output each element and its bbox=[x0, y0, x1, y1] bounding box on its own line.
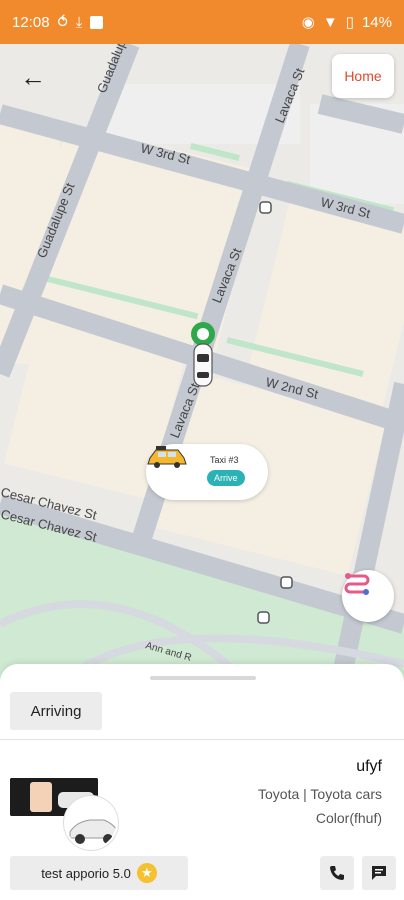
transit-stop-icon bbox=[280, 576, 293, 589]
battery-icon: ▯ bbox=[345, 14, 354, 31]
app-square-icon bbox=[90, 15, 104, 29]
rating-label: test apporio 5.0 bbox=[41, 865, 131, 881]
ride-details-sheet: Arriving ufyf Toyota | Toyota cars Color… bbox=[0, 664, 404, 900]
car-model: Toyota | Toyota cars bbox=[258, 786, 382, 802]
star-icon: ★ bbox=[136, 863, 157, 883]
phone-icon bbox=[330, 866, 344, 880]
route-icon bbox=[344, 573, 370, 595]
sheet-drag-handle[interactable] bbox=[150, 676, 256, 680]
notification-icons: ⥀ ⤓ bbox=[58, 13, 104, 31]
route-button[interactable] bbox=[342, 570, 394, 622]
car-marker-icon bbox=[193, 343, 213, 387]
map-view[interactable]: Guadalupe St Guadalupe St W 3rd St W 3rd… bbox=[0, 44, 404, 684]
transit-stop-icon bbox=[257, 611, 270, 624]
car-color: Color(fhuf) bbox=[315, 810, 382, 826]
battery-percentage: 14% bbox=[361, 13, 392, 31]
chat-button[interactable] bbox=[362, 856, 396, 890]
transit-stop-icon bbox=[259, 201, 272, 214]
car-avatar-image bbox=[64, 796, 118, 850]
back-arrow-icon: ← bbox=[20, 61, 46, 92]
status-bar: 12:08 ⥀ ⤓ ◉ ▼ ▯ 14% bbox=[0, 0, 404, 44]
location-icon: ◉ bbox=[301, 14, 315, 31]
chat-icon bbox=[372, 866, 386, 880]
status-time: 12:08 bbox=[12, 13, 50, 31]
taxi-title: Taxi #3 bbox=[210, 455, 239, 465]
driver-rating-chip: test apporio 5.0 ★ bbox=[10, 856, 188, 890]
home-button[interactable]: Home bbox=[332, 54, 394, 98]
driver-name: ufyf bbox=[356, 758, 382, 775]
taxi-info-bubble[interactable]: Taxi #3 Arrive bbox=[146, 444, 268, 500]
divider bbox=[0, 739, 404, 740]
download-icon: ⤓ bbox=[75, 13, 83, 31]
app-notification-icon: ⥀ bbox=[57, 14, 68, 31]
back-button[interactable]: ← bbox=[16, 60, 50, 94]
taxi-car-icon bbox=[147, 446, 187, 468]
ride-status-chip: Arriving bbox=[10, 692, 102, 730]
wifi-icon: ▼ bbox=[322, 13, 338, 31]
arrive-badge[interactable]: Arrive bbox=[207, 470, 245, 486]
call-button[interactable] bbox=[320, 856, 354, 890]
